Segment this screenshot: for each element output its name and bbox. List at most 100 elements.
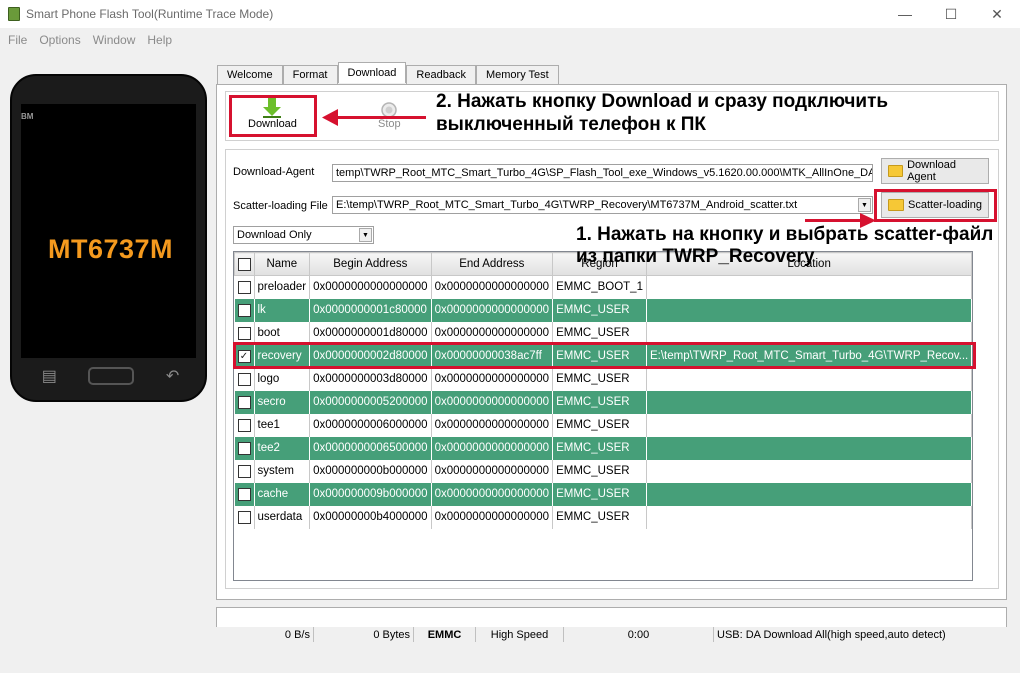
maximize-button[interactable]: ☐	[928, 0, 974, 28]
status-time: 0:00	[564, 627, 714, 642]
row-checkbox-cell[interactable]	[234, 298, 255, 322]
partition-table: Name Begin Address End Address Region Lo…	[233, 251, 973, 581]
row-name: logo	[254, 367, 311, 391]
select-all-header[interactable]	[234, 252, 255, 276]
table-row[interactable]: secro 0x0000000005200000 0x000000000000000…	[234, 390, 972, 414]
row-location[interactable]	[646, 298, 972, 322]
row-end-address: 0x0000000000000000	[431, 459, 554, 483]
row-checkbox[interactable]	[237, 418, 251, 432]
row-begin-address: 0x0000000001c80000	[309, 298, 432, 322]
arrow-to-download	[334, 116, 426, 119]
status-storage: EMMC	[414, 627, 476, 642]
row-checkbox[interactable]	[237, 326, 251, 340]
row-name: tee2	[254, 436, 311, 460]
row-location[interactable]	[646, 413, 972, 437]
row-checkbox[interactable]	[237, 395, 251, 409]
row-begin-address: 0x0000000006000000	[309, 413, 432, 437]
row-region: EMMC_USER	[552, 413, 647, 437]
menu-help[interactable]: Help	[141, 33, 178, 47]
row-end-address: 0x0000000000000000	[431, 367, 554, 391]
row-begin-address: 0x0000000000000000	[309, 275, 432, 299]
row-checkbox[interactable]	[237, 441, 251, 455]
table-row[interactable]: cache 0x000000009b000000 0x000000000000000…	[234, 482, 972, 506]
status-speed: 0 B/s	[216, 627, 314, 642]
chevron-down-icon[interactable]: ▼	[359, 228, 372, 242]
tab-readback[interactable]: Readback	[406, 65, 476, 84]
table-row[interactable]: lk 0x0000000001c80000 0x0000000000000000 EM…	[234, 298, 972, 322]
menu-file[interactable]: File	[2, 33, 33, 47]
row-checkbox-cell[interactable]	[234, 459, 255, 483]
scatter-file-path: E:\temp\TWRP_Root_MTC_Smart_Turbo_4G\TWR…	[336, 199, 798, 211]
row-begin-address: 0x0000000003d80000	[309, 367, 432, 391]
row-location[interactable]	[646, 459, 972, 483]
download-agent-button[interactable]: Download Agent	[881, 158, 989, 184]
row-location[interactable]	[646, 482, 972, 506]
table-row[interactable]: preloader 0x0000000000000000 0x00000000000…	[234, 275, 972, 299]
stop-button-label: Stop	[378, 118, 401, 130]
table-row[interactable]: system 0x000000000b000000 0x00000000000000…	[234, 459, 972, 483]
row-region: EMMC_USER	[552, 459, 647, 483]
row-checkbox[interactable]	[237, 303, 251, 317]
tab-bar: Welcome Format Download Readback Memory …	[217, 62, 559, 84]
row-location[interactable]	[646, 367, 972, 391]
row-location[interactable]	[646, 275, 972, 299]
row-checkbox-cell[interactable]	[234, 390, 255, 414]
row-checkbox[interactable]	[237, 372, 251, 386]
row-begin-address: 0x000000000b000000	[309, 459, 432, 483]
row-location[interactable]	[646, 505, 972, 529]
chevron-down-icon[interactable]: ▼	[858, 198, 871, 212]
tab-memory-test[interactable]: Memory Test	[475, 65, 559, 84]
folder-icon	[888, 165, 904, 177]
phone-illustration: BM MT6737M ▤ ↶	[10, 74, 207, 402]
row-checkbox[interactable]	[237, 487, 251, 501]
row-checkbox[interactable]	[237, 510, 251, 524]
scatter-highlight-box	[874, 189, 997, 222]
status-usb: USB: DA Download All(high speed,auto det…	[717, 628, 946, 641]
col-begin-address[interactable]: Begin Address	[309, 252, 432, 276]
row-region: EMMC_USER	[552, 298, 647, 322]
col-name[interactable]: Name	[253, 252, 311, 276]
download-agent-path-field[interactable]: temp\TWRP_Root_MTC_Smart_Turbo_4G\SP_Fla…	[332, 164, 873, 182]
menu-window[interactable]: Window	[87, 33, 142, 47]
row-region: EMMC_USER	[552, 367, 647, 391]
download-highlight-box	[229, 95, 317, 137]
row-checkbox-cell[interactable]	[234, 413, 255, 437]
phone-brand: BM	[21, 112, 34, 121]
row-end-address: 0x0000000000000000	[431, 482, 554, 506]
row-name: secro	[254, 390, 311, 414]
tab-download[interactable]: Download	[337, 62, 407, 83]
download-mode-select[interactable]: Download Only ▼	[233, 226, 374, 244]
row-name: lk	[254, 298, 311, 322]
close-button[interactable]: ✕	[974, 0, 1020, 28]
col-end-address[interactable]: End Address	[430, 252, 554, 276]
table-row[interactable]: tee1 0x0000000006000000 0x0000000000000000…	[234, 413, 972, 437]
download-agent-button-label: Download Agent	[907, 159, 957, 183]
row-checkbox[interactable]	[237, 464, 251, 478]
row-name: preloader	[254, 275, 311, 299]
tab-welcome[interactable]: Welcome	[217, 65, 283, 84]
row-checkbox-cell[interactable]	[234, 436, 255, 460]
row-checkbox-cell[interactable]	[234, 367, 255, 391]
menu-options[interactable]: Options	[33, 33, 86, 47]
scatter-file-select[interactable]: E:\temp\TWRP_Root_MTC_Smart_Turbo_4G\TWR…	[332, 196, 873, 214]
tab-format[interactable]: Format	[282, 65, 338, 84]
row-location[interactable]	[646, 436, 972, 460]
minimize-button[interactable]: —	[882, 0, 928, 28]
select-all-checkbox[interactable]	[237, 257, 251, 271]
phone-screen	[21, 104, 196, 358]
row-end-address: 0x0000000000000000	[431, 298, 554, 322]
arrow-to-scatter	[805, 219, 865, 222]
title-bar: Smart Phone Flash Tool(Runtime Trace Mod…	[0, 0, 1020, 28]
row-checkbox[interactable]	[237, 280, 251, 294]
row-begin-address: 0x0000000005200000	[309, 390, 432, 414]
table-row[interactable]: userdata 0x00000000b4000000 0x000000000000…	[234, 505, 972, 529]
row-checkbox-cell[interactable]	[234, 505, 255, 529]
table-row[interactable]: tee2 0x0000000006500000 0x0000000000000000…	[234, 436, 972, 460]
row-checkbox-cell[interactable]	[234, 482, 255, 506]
table-row[interactable]: logo 0x0000000003d80000 0x0000000000000000…	[234, 367, 972, 391]
row-location[interactable]	[646, 390, 972, 414]
download-agent-label: Download-Agent	[233, 166, 315, 178]
row-end-address: 0x0000000000000000	[431, 390, 554, 414]
row-checkbox-cell[interactable]	[234, 275, 255, 299]
status-bar: 0 B/s 0 Bytes EMMC High Speed 0:00 USB: …	[216, 627, 1007, 642]
